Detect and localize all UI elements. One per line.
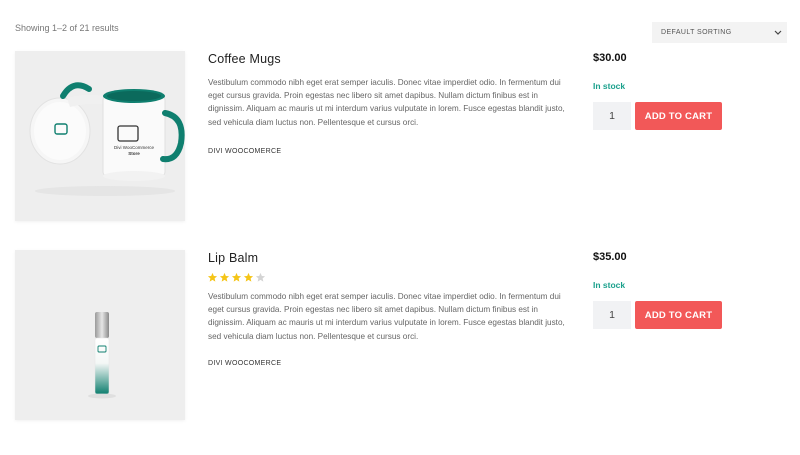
add-to-cart-button[interactable]: ADD TO CART xyxy=(635,301,722,329)
product-price: $35.00 xyxy=(593,251,627,263)
stock-status: In stock xyxy=(593,81,626,91)
product-description: Vestibulum commodo nibh eget erat semper… xyxy=(208,78,565,127)
product-title[interactable]: Lip Balm xyxy=(208,251,258,265)
product-category[interactable]: DIVI WOOCOMERCE xyxy=(208,148,281,155)
star-rating xyxy=(207,272,266,283)
product-image[interactable]: Divi WooCommerce Store xyxy=(15,51,185,221)
star-icon xyxy=(207,272,218,282)
sort-select-value: DEFAULT SORTING xyxy=(661,29,732,36)
star-icon xyxy=(255,272,266,282)
quantity-input[interactable]: 1 xyxy=(593,102,631,130)
stock-status: In stock xyxy=(593,280,626,290)
mug-image: Divi WooCommerce Store xyxy=(15,51,185,221)
quantity-input[interactable]: 1 xyxy=(593,301,631,329)
product-image[interactable] xyxy=(15,250,185,420)
lip-balm-image xyxy=(15,250,185,420)
product-item: Divi WooCommerce Store Coffee Mugs Vesti… xyxy=(0,51,800,226)
star-icon xyxy=(219,272,230,282)
product-title[interactable]: Coffee Mugs xyxy=(208,52,281,66)
product-category[interactable]: DIVI WOOCOMERCE xyxy=(208,360,281,367)
star-icon xyxy=(243,272,254,282)
product-item: Lip Balm Vestibulum commodo nibh eget er… xyxy=(0,250,800,425)
result-count: Showing 1–2 of 21 results xyxy=(15,23,119,33)
svg-text:Store: Store xyxy=(128,151,140,156)
svg-text:Divi WooCommerce: Divi WooCommerce xyxy=(114,145,154,150)
sort-select[interactable]: DEFAULT SORTING xyxy=(652,22,787,43)
product-price: $30.00 xyxy=(593,52,627,64)
add-to-cart-button[interactable]: ADD TO CART xyxy=(635,102,722,130)
product-description: Vestibulum commodo nibh eget erat semper… xyxy=(208,292,565,341)
star-icon xyxy=(231,272,242,282)
chevron-down-icon xyxy=(774,30,782,35)
